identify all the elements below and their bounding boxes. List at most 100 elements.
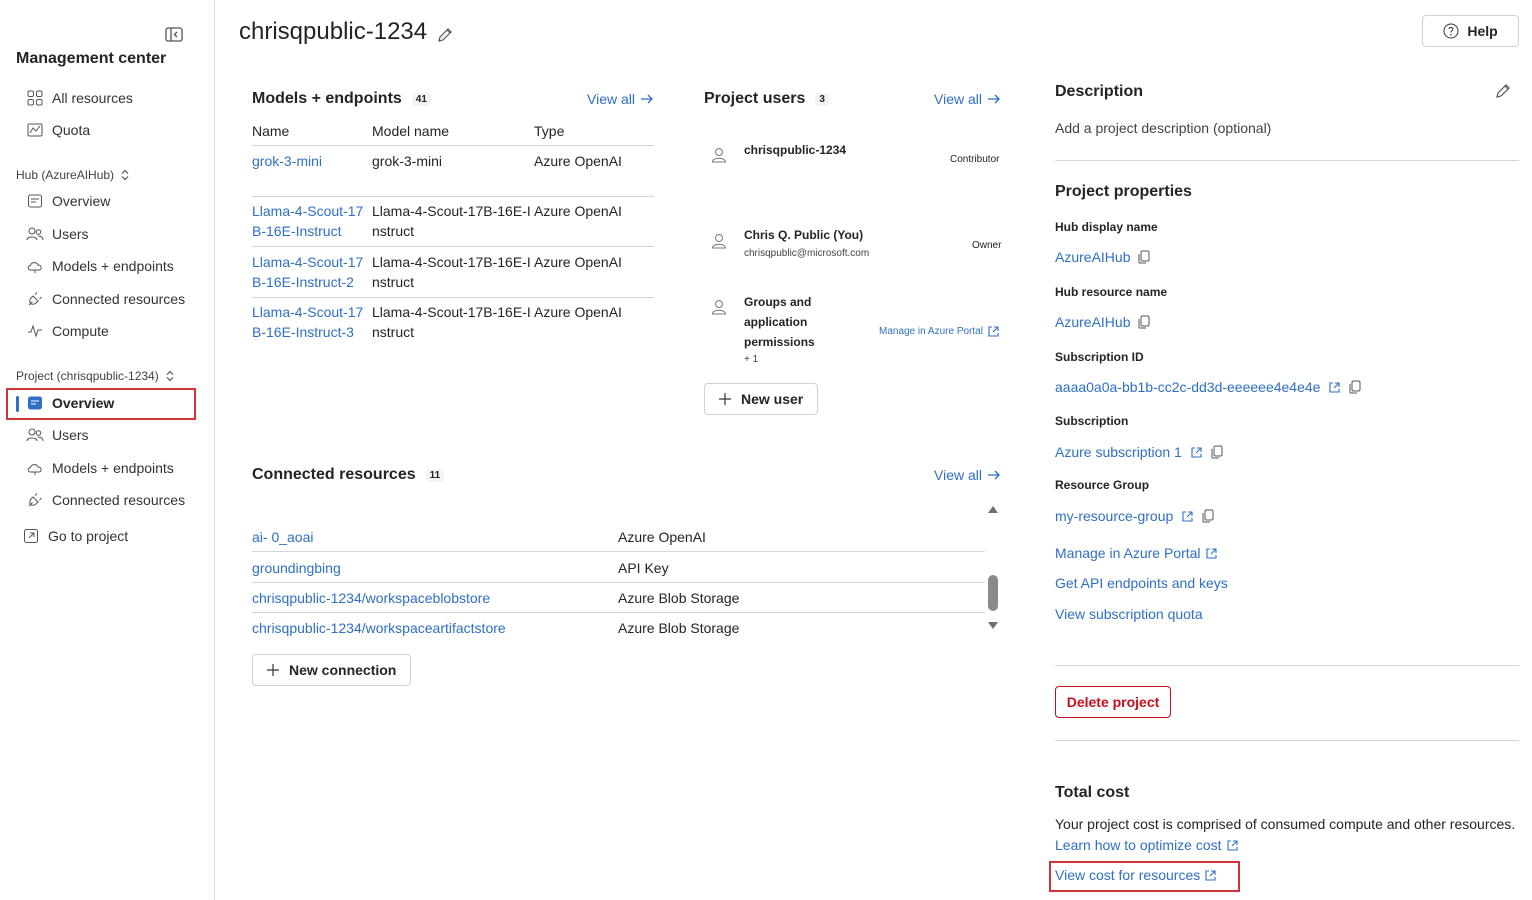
copy-icon[interactable] (1138, 250, 1150, 264)
scrollbar-thumb[interactable] (988, 575, 998, 611)
resource-row-type: Azure Blob Storage (618, 590, 740, 606)
hub-display-name-value: AzureAIHub (1055, 249, 1150, 265)
get-api-endpoints-link[interactable]: Get API endpoints and keys (1055, 575, 1228, 591)
row-divider (252, 196, 654, 197)
chevron-up-down-icon (120, 169, 130, 181)
model-row-name[interactable]: Llama-4-Scout-17B-16E-Instruct-2 (252, 252, 370, 292)
subscription-label: Subscription (1055, 414, 1129, 428)
sidebar-item-hub-compute[interactable]: Compute (26, 319, 109, 343)
resource-row-type: Azure OpenAI (618, 529, 706, 545)
new-connection-label: New connection (289, 662, 397, 678)
divider (1055, 665, 1519, 666)
copy-icon[interactable] (1211, 445, 1223, 459)
edit-description-icon[interactable] (1495, 83, 1511, 99)
view-subscription-quota-link[interactable]: View subscription quota (1055, 606, 1203, 622)
external-link-icon (1204, 869, 1217, 882)
hub-display-name-link[interactable]: AzureAIHub (1055, 249, 1130, 265)
sidebar-item-hub-users[interactable]: Users (26, 222, 89, 246)
help-button[interactable]: Help (1422, 15, 1519, 47)
question-icon (1443, 23, 1459, 39)
models-view-all-link[interactable]: View all (587, 91, 654, 107)
external-link-icon[interactable] (1181, 510, 1194, 523)
view-cost-for-resources-link[interactable]: View cost for resources (1055, 867, 1217, 883)
plus-icon (267, 664, 279, 676)
edit-title-icon[interactable] (437, 27, 453, 43)
external-link-icon[interactable] (1328, 381, 1341, 394)
person-icon (710, 146, 728, 164)
learn-optimize-cost-link[interactable]: Learn how to optimize cost (1055, 837, 1239, 853)
resources-section-title: Connected resources 11 (252, 466, 445, 484)
new-user-button[interactable]: New user (704, 383, 819, 415)
copy-icon[interactable] (1349, 380, 1361, 394)
subscription-id-link[interactable]: aaaa0a0a-bb1b-cc2c-dd3d-eeeeee4e4e4e (1055, 379, 1320, 395)
view-all-label: View all (587, 91, 635, 107)
model-row-model: Llama-4-Scout-17B-16E-Instruct (372, 304, 531, 340)
new-connection-button[interactable]: New connection (252, 654, 412, 686)
models-count-badge: 41 (411, 92, 431, 106)
sidebar-item-hub-models[interactable]: Models + endpoints (26, 254, 174, 278)
model-row-name[interactable]: Llama-4-Scout-17B-16E-Instruct (252, 201, 370, 241)
models-section-title: Models + endpoints 41 (252, 90, 431, 108)
project-name: chrisqpublic-1234 (239, 18, 428, 45)
resource-group-link[interactable]: my-resource-group (1055, 508, 1173, 524)
resource-row-name[interactable]: ai- 0_aoai (252, 529, 314, 545)
sidebar-item-label: Connected resources (52, 492, 186, 508)
active-item-indicator (16, 396, 19, 412)
sidebar-item-all-resources[interactable]: All resources (26, 86, 133, 110)
resource-row-type: API Key (618, 560, 669, 576)
hub-resource-name-label: Hub resource name (1055, 285, 1168, 299)
link-label: Learn how to optimize cost (1055, 837, 1222, 853)
cost-description: Your project cost is comprised of consum… (1055, 816, 1516, 832)
project-group-label: Project (chrisqpublic-1234) (16, 369, 159, 383)
person-icon (710, 232, 728, 250)
sidebar-item-quota[interactable]: Quota (26, 118, 90, 142)
users-view-all-link[interactable]: View all (934, 91, 1001, 107)
scroll-up-arrow-icon[interactable] (987, 504, 999, 514)
gauge-icon (26, 121, 44, 139)
manage-in-azure-portal-link[interactable]: Manage in Azure Portal (1055, 545, 1218, 561)
model-row-name[interactable]: Llama-4-Scout-17B-16E-Instruct-3 (252, 302, 370, 342)
description-title: Description (1055, 83, 1144, 100)
user-name: Chris Q. Public (You) (744, 228, 864, 242)
sidebar-item-label: Quota (52, 122, 91, 138)
resource-row-name[interactable]: chrisqpublic-1234/workspaceblobstore (252, 590, 490, 606)
manage-in-azure-portal-link[interactable]: Manage in Azure Portal (879, 325, 1000, 338)
resources-view-all-link[interactable]: View all (934, 467, 1001, 483)
go-to-project-link[interactable]: Go to project (22, 524, 128, 548)
new-user-label: New user (741, 391, 804, 407)
delete-project-button[interactable]: Delete project (1055, 686, 1171, 718)
divider (1055, 740, 1519, 741)
collapse-sidebar-icon[interactable] (165, 27, 183, 43)
description-placeholder[interactable]: Add a project description (optional) (1055, 120, 1271, 136)
hub-display-name-label: Hub display name (1055, 220, 1158, 234)
sidebar-item-project-users[interactable]: Users (26, 423, 89, 447)
users-section-title: Project users 3 (704, 90, 829, 108)
resource-row-name[interactable]: groundingbing (252, 560, 341, 576)
hub-group-header[interactable]: Hub (AzureAIHub) (16, 168, 130, 182)
resource-row-name[interactable]: chrisqpublic-1234/workspaceartifactstore (252, 620, 506, 636)
sidebar-item-project-overview[interactable]: Overview (26, 391, 114, 415)
external-link-icon[interactable] (1190, 446, 1203, 459)
sidebar-item-project-connected-resources[interactable]: Connected resources (26, 488, 185, 512)
subscription-link[interactable]: Azure subscription 1 (1055, 444, 1182, 460)
column-header-type: Type (534, 123, 565, 139)
sidebar-item-project-models[interactable]: Models + endpoints (26, 456, 174, 480)
model-row-name[interactable]: grok-3-mini (252, 151, 367, 171)
go-to-project-label: Go to project (48, 528, 129, 544)
view-all-label: View all (934, 91, 982, 107)
external-link-icon (987, 325, 1000, 338)
scroll-down-arrow-icon[interactable] (987, 621, 999, 631)
sidebar: Management center All resources Quota Hu… (0, 0, 215, 900)
resource-group-value: my-resource-group (1055, 508, 1214, 524)
sidebar-item-hub-connected-resources[interactable]: Connected resources (26, 287, 185, 311)
model-row-model: Llama-4-Scout-17B-16E-Instruct (372, 254, 531, 290)
link-label: Manage in Azure Portal (1055, 545, 1201, 561)
arrow-right-icon (987, 93, 1001, 105)
copy-icon[interactable] (1202, 509, 1214, 523)
sidebar-item-hub-overview[interactable]: Overview (26, 189, 110, 213)
users-icon (26, 426, 44, 444)
total-cost-title: Total cost (1055, 784, 1130, 801)
project-group-header[interactable]: Project (chrisqpublic-1234) (16, 369, 175, 383)
copy-icon[interactable] (1138, 315, 1150, 329)
hub-resource-name-link[interactable]: AzureAIHub (1055, 314, 1130, 330)
